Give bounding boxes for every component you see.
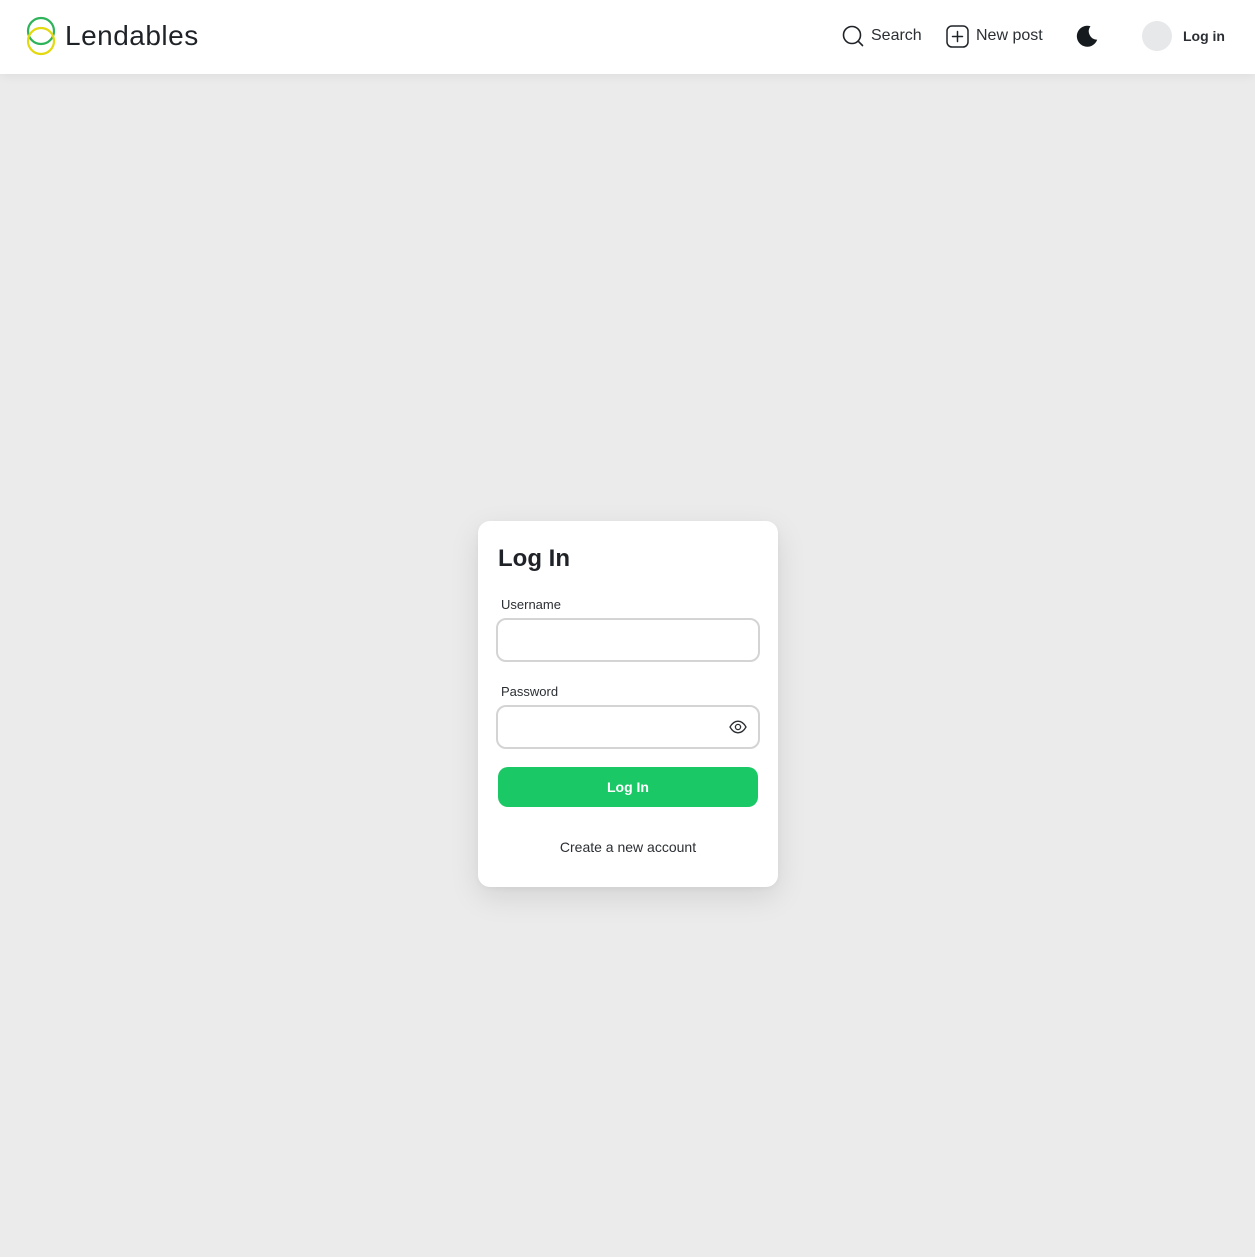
username-input[interactable]	[496, 618, 760, 662]
avatar[interactable]	[1142, 21, 1172, 51]
header-login-link[interactable]: Log in	[1183, 28, 1225, 44]
search-button[interactable]: Search	[842, 22, 922, 50]
eye-icon[interactable]	[729, 719, 747, 735]
search-label: Search	[871, 27, 922, 44]
lendables-logo-icon	[26, 16, 56, 56]
moon-icon	[1076, 25, 1098, 47]
brand-name: Lendables	[65, 20, 199, 51]
login-submit-button[interactable]: Log In	[498, 767, 758, 807]
login-card: Log In Username Password Log In Create a…	[478, 521, 778, 887]
password-input[interactable]	[496, 705, 760, 749]
password-label: Password	[501, 684, 559, 699]
top-navbar: Lendables Search New post Log in	[0, 0, 1255, 74]
new-post-label: New post	[976, 27, 1043, 44]
login-title: Log In	[498, 545, 570, 572]
username-label: Username	[501, 597, 561, 612]
plus-square-icon	[946, 24, 969, 48]
theme-toggle-button[interactable]	[1074, 23, 1100, 49]
brand-logo-link[interactable]: Lendables	[26, 16, 199, 56]
search-icon	[842, 25, 864, 47]
new-post-button[interactable]: New post	[946, 22, 1043, 50]
create-account-link[interactable]: Create a new account	[478, 839, 778, 855]
